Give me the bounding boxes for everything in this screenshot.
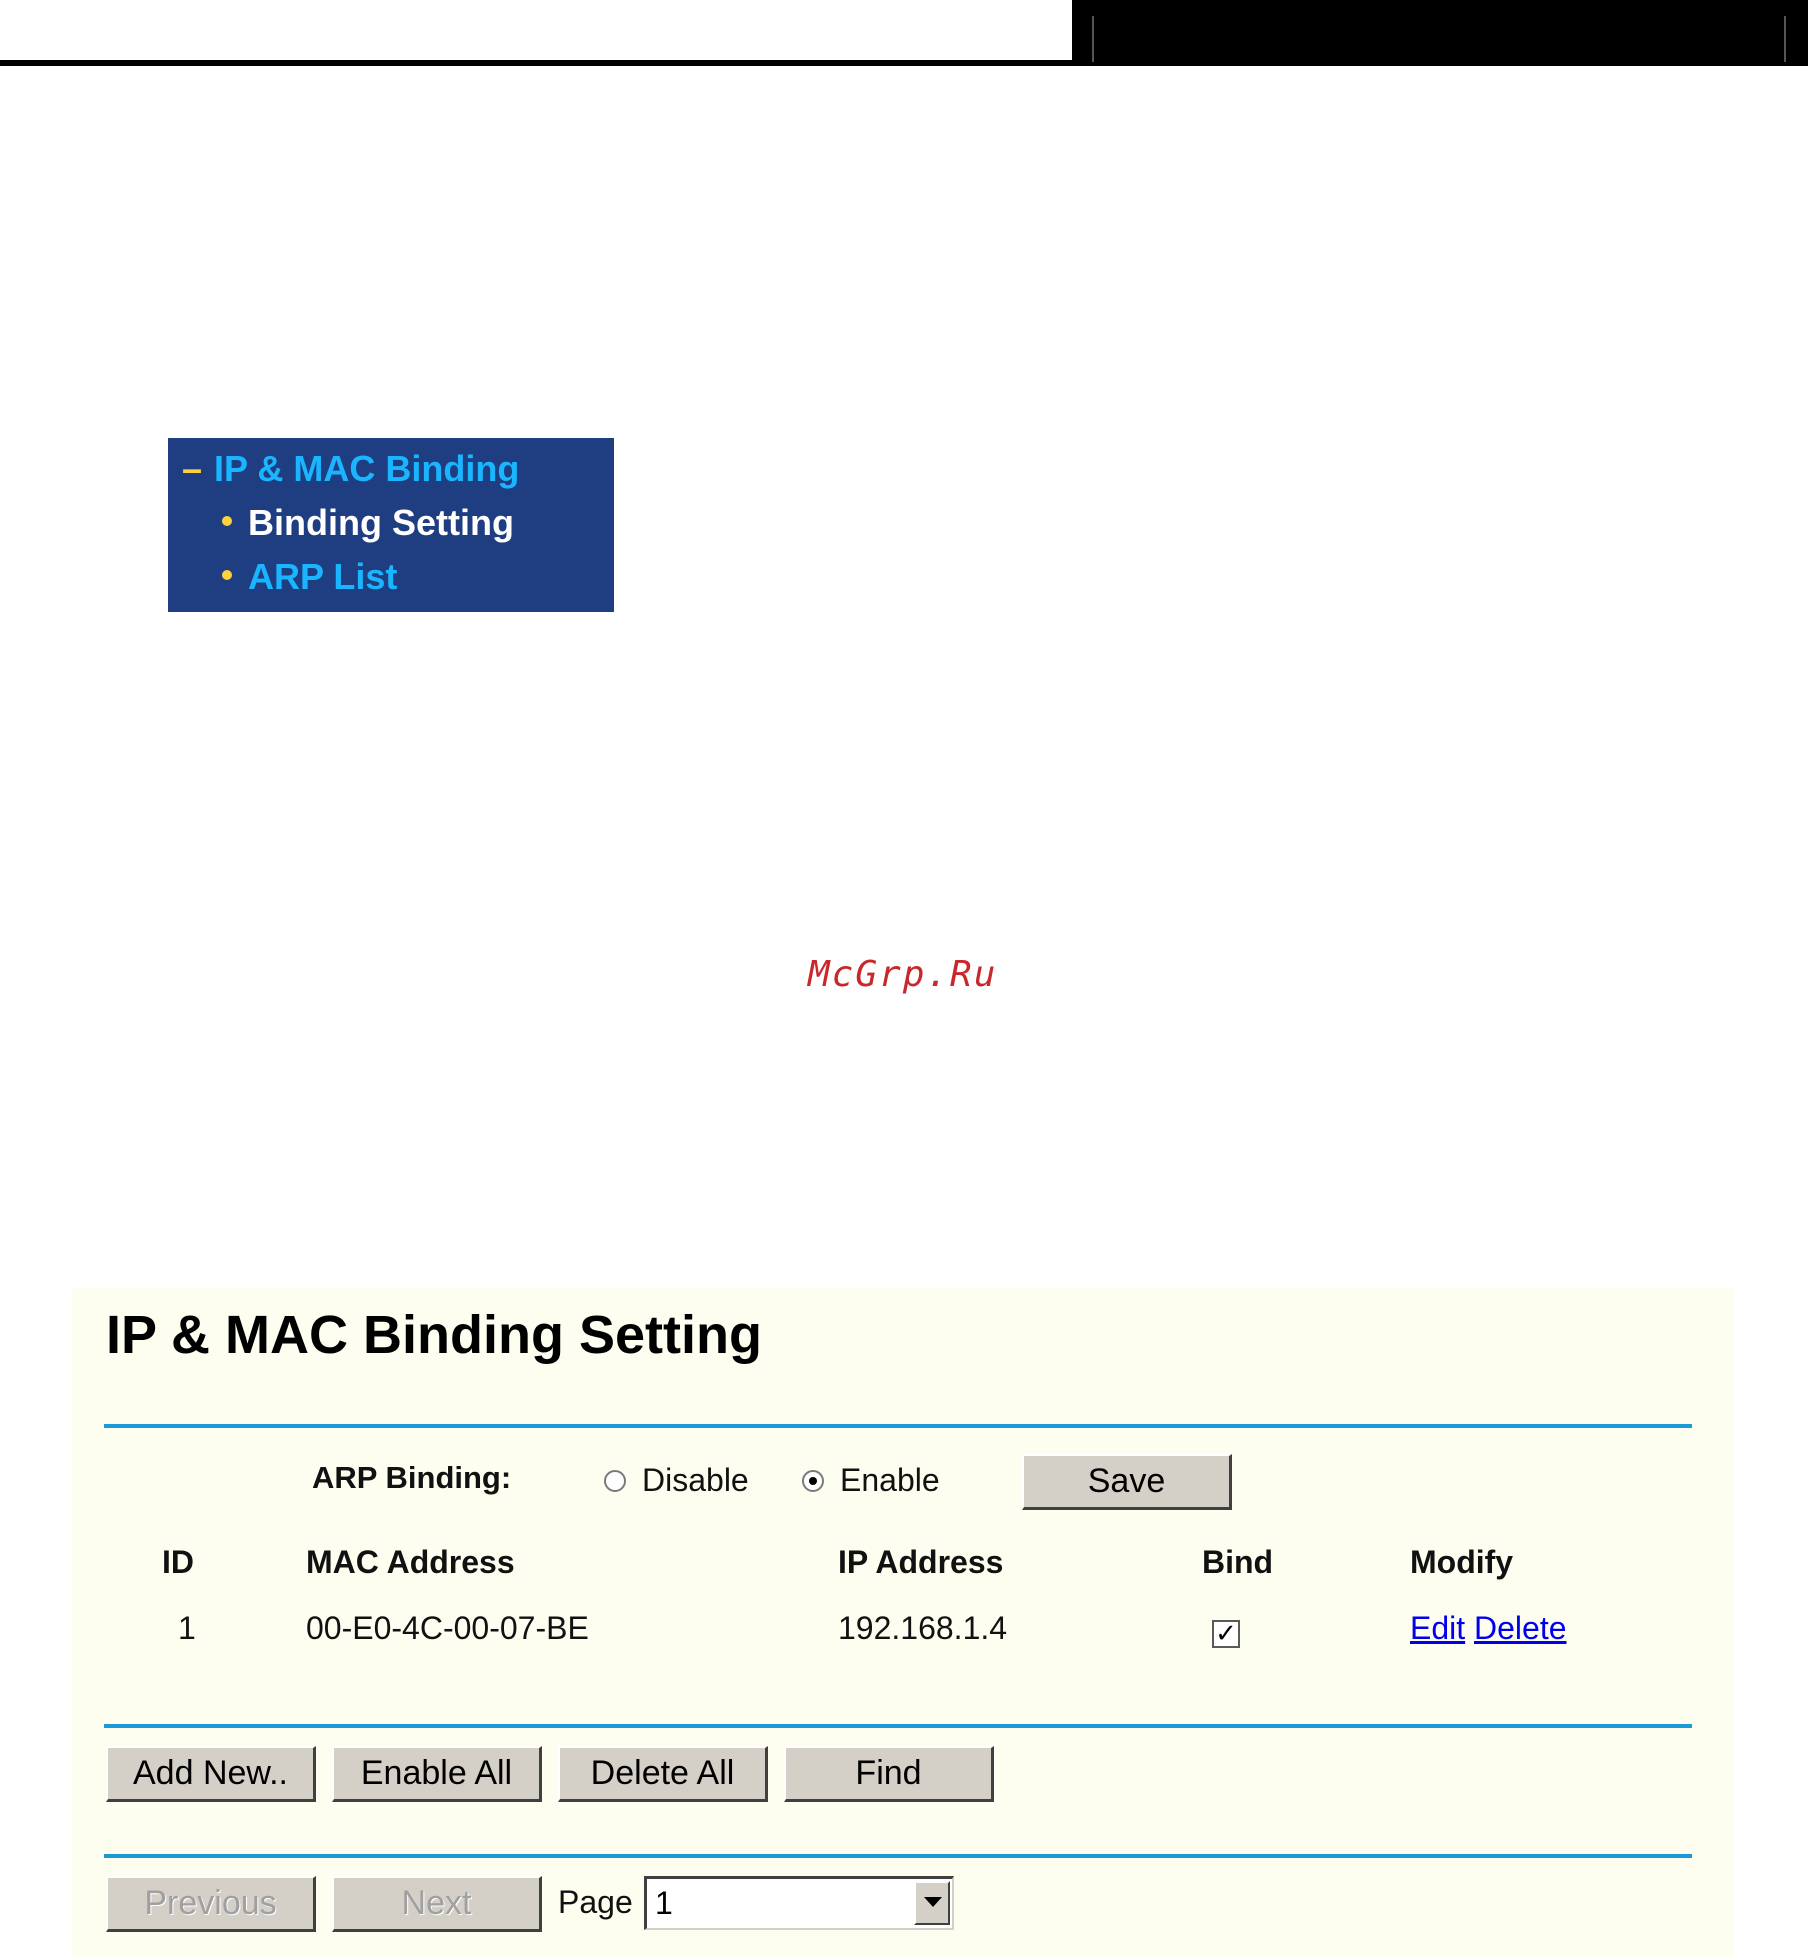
bullet-icon bbox=[222, 516, 232, 527]
settings-panel: IP & MAC Binding Setting ARP Binding: Di… bbox=[72, 1288, 1734, 1957]
edit-link[interactable]: Edit bbox=[1410, 1610, 1465, 1647]
column-header-bind: Bind bbox=[1202, 1544, 1274, 1580]
chevron-down-icon[interactable] bbox=[914, 1881, 950, 1925]
save-button[interactable]: Save bbox=[1022, 1454, 1232, 1510]
disable-label: Disable bbox=[642, 1462, 749, 1498]
row-mac-address: 00-E0-4C-00-07-BE bbox=[306, 1610, 589, 1646]
watermark-text: McGrp.Ru bbox=[808, 954, 998, 995]
find-button[interactable]: Find bbox=[784, 1746, 994, 1802]
bullet-icon bbox=[222, 570, 232, 581]
next-button[interactable]: Next bbox=[332, 1876, 542, 1932]
enable-all-button[interactable]: Enable All bbox=[332, 1746, 542, 1802]
header-black-bar bbox=[1072, 0, 1808, 66]
menu-item-binding-setting[interactable]: Binding Setting bbox=[222, 502, 514, 544]
divider bbox=[104, 1854, 1692, 1858]
delete-link[interactable]: Delete bbox=[1474, 1610, 1567, 1647]
column-header-mac: MAC Address bbox=[306, 1544, 515, 1580]
delete-all-button[interactable]: Delete All bbox=[558, 1746, 768, 1802]
menu-item-label: ARP List bbox=[248, 556, 398, 597]
page-title: IP & MAC Binding Setting bbox=[106, 1305, 762, 1365]
header-frame bbox=[1092, 16, 1786, 62]
bind-checkbox[interactable]: ✓ bbox=[1212, 1620, 1240, 1648]
column-header-id: ID bbox=[162, 1544, 194, 1580]
add-new-button[interactable]: Add New.. bbox=[106, 1746, 316, 1802]
page-label: Page bbox=[558, 1884, 633, 1920]
menu-item-ip-mac-binding[interactable]: – IP & MAC Binding bbox=[182, 448, 519, 490]
page-select-value: 1 bbox=[655, 1885, 673, 1921]
arp-binding-label: ARP Binding: bbox=[312, 1460, 512, 1495]
previous-button[interactable]: Previous bbox=[106, 1876, 316, 1932]
nav-menu: – IP & MAC Binding Binding Setting ARP Li… bbox=[168, 438, 614, 612]
row-ip-address: 192.168.1.4 bbox=[838, 1610, 1008, 1646]
divider bbox=[104, 1724, 1692, 1728]
divider bbox=[104, 1424, 1692, 1428]
menu-item-arp-list[interactable]: ARP List bbox=[222, 556, 397, 598]
disable-radio[interactable] bbox=[604, 1470, 626, 1492]
header-rule bbox=[0, 60, 1072, 66]
enable-radio[interactable] bbox=[802, 1470, 824, 1492]
column-header-modify: Modify bbox=[1410, 1544, 1514, 1580]
enable-label: Enable bbox=[840, 1462, 940, 1498]
menu-parent-label: IP & MAC Binding bbox=[214, 448, 520, 489]
page-select[interactable]: 1 bbox=[644, 1876, 954, 1930]
collapse-dash-icon: – bbox=[182, 448, 203, 489]
row-id: 1 bbox=[178, 1610, 196, 1646]
column-header-ip: IP Address bbox=[838, 1544, 1004, 1580]
menu-item-label: Binding Setting bbox=[248, 502, 514, 543]
